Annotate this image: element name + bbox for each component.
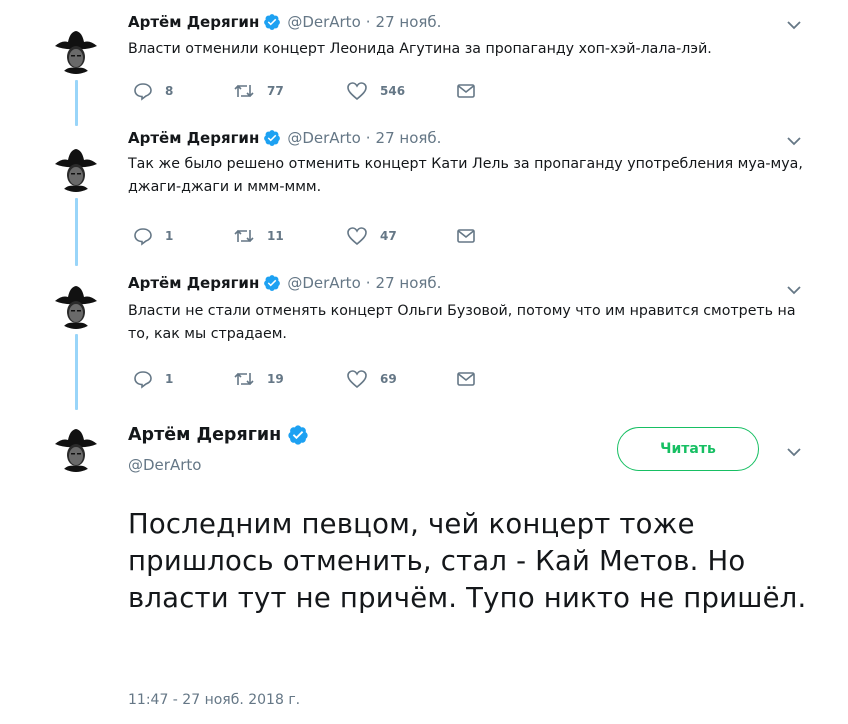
cowboy-portrait-icon (52, 144, 100, 192)
avatar[interactable] (52, 424, 100, 472)
avatar[interactable] (52, 144, 100, 192)
follow-button[interactable]: Читать (617, 427, 759, 471)
envelope-icon (457, 372, 475, 386)
retweet-count: 19 (267, 372, 284, 386)
avatar[interactable] (52, 281, 100, 329)
like-button[interactable]: 69 (346, 369, 397, 389)
cowboy-portrait-icon (52, 26, 100, 74)
author-name[interactable]: Артём Дерягин (128, 425, 281, 445)
thread-connector (75, 334, 78, 410)
retweet-icon (234, 84, 254, 98)
retweet-icon (234, 372, 254, 386)
tweet-header: Артём Дерягин @DerArto · 27 нояб. (128, 272, 441, 294)
tweet-text: Власти не стали отменять концерт Ольги Б… (128, 303, 796, 342)
retweet-count: 11 (267, 229, 284, 243)
heart-icon (347, 82, 367, 101)
tweet-header: Артём Дерягин @DerArto · 27 нояб. (128, 11, 441, 33)
reply-button[interactable]: 8 (133, 81, 173, 101)
chevron-down-icon[interactable] (786, 133, 802, 149)
chevron-down-icon[interactable] (786, 17, 802, 33)
author-handle[interactable]: @DerArto (287, 129, 360, 147)
retweet-button[interactable]: 11 (233, 226, 284, 246)
reply-count: 8 (165, 84, 174, 98)
chevron-down-icon[interactable] (786, 282, 802, 298)
retweet-count: 77 (267, 84, 284, 98)
tweet-timestamp[interactable]: 11:47 - 27 нояб. 2018 г. (128, 692, 300, 708)
verified-badge-icon (263, 129, 281, 147)
reply-icon (134, 83, 152, 101)
like-button[interactable]: 546 (346, 81, 405, 101)
tweet-date[interactable]: 27 нояб. (376, 13, 442, 31)
retweet-icon (234, 229, 254, 243)
retweet-button[interactable]: 77 (233, 81, 284, 101)
like-count: 69 (380, 372, 397, 386)
cowboy-portrait-icon (52, 281, 100, 329)
reply-count: 1 (165, 229, 174, 243)
dm-button[interactable] (456, 81, 476, 101)
like-count: 546 (380, 84, 406, 98)
verified-badge-icon (287, 424, 309, 446)
heart-icon (347, 370, 367, 389)
separator-dot: · (365, 13, 371, 31)
dm-button[interactable] (456, 369, 476, 389)
tweet-date[interactable]: 27 нояб. (376, 129, 442, 147)
tweet-header: Артём Дерягин @DerArto · 27 нояб. (128, 127, 441, 149)
thread-connector (75, 80, 78, 126)
cowboy-portrait-icon (52, 424, 100, 472)
reply-count: 1 (165, 372, 174, 386)
like-button[interactable]: 47 (346, 226, 397, 246)
thread-connector (75, 198, 78, 266)
separator-dot: · (365, 274, 371, 292)
tweet-date[interactable]: 27 нояб. (376, 274, 442, 292)
author-handle[interactable]: @DerArto (287, 13, 360, 31)
avatar[interactable] (52, 26, 100, 74)
main-tweet-text: Последним певцом, чей концерт тоже пришл… (128, 508, 807, 614)
chevron-down-icon[interactable] (786, 444, 802, 460)
retweet-button[interactable]: 19 (233, 369, 284, 389)
tweet-text: Власти отменили концерт Леонида Агутина … (128, 41, 712, 57)
verified-badge-icon (263, 13, 281, 31)
envelope-icon (457, 84, 475, 98)
envelope-icon (457, 229, 475, 243)
verified-badge-icon (263, 274, 281, 292)
heart-icon (347, 227, 367, 246)
author-name[interactable]: Артём Дерягин (128, 129, 259, 147)
reply-icon (134, 371, 152, 389)
dm-button[interactable] (456, 226, 476, 246)
separator-dot: · (365, 129, 371, 147)
main-author-handle[interactable]: @DerArto (128, 456, 201, 474)
tweet-text: Так же было решено отменить концерт Кати… (128, 156, 803, 195)
like-count: 47 (380, 229, 397, 243)
reply-button[interactable]: 1 (133, 369, 173, 389)
author-name[interactable]: Артём Дерягин (128, 13, 259, 31)
author-name[interactable]: Артём Дерягин (128, 274, 259, 292)
reply-button[interactable]: 1 (133, 226, 173, 246)
reply-icon (134, 228, 152, 246)
author-handle[interactable]: @DerArto (287, 274, 360, 292)
main-author-name[interactable]: Артём Дерягин (128, 424, 309, 446)
